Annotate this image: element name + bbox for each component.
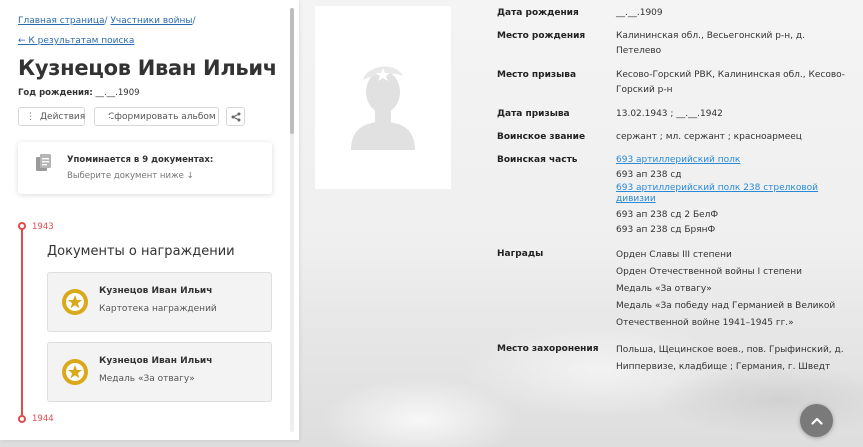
page-title: Кузнецов Иван Ильич: [18, 56, 277, 80]
detail-value: Польша, Щецинское воев., пов. Грыфинский…: [616, 342, 861, 376]
documents-hint: Выберите документ ниже ↓: [67, 171, 194, 181]
detail-row-military-unit: Воинская часть 693 артиллерийский полк 6…: [497, 153, 863, 238]
breadcrumb-home-link[interactable]: Главная страница: [18, 16, 105, 26]
detail-value-line: 13.02.1943 ; __.__.1942: [616, 109, 723, 119]
detail-value-line: Орден Отечественной войны I степени: [616, 267, 802, 277]
award-person-name: Кузнецов Иван Ильич: [99, 286, 213, 296]
scrollbar[interactable]: [290, 8, 294, 432]
chevron-up-icon: [810, 417, 823, 425]
detail-label: Место призыва: [497, 70, 577, 80]
detail-value-line: Ниппервизе, кладбище ; Германия, г. Швед…: [616, 362, 831, 372]
detail-value-line: Орден Славы III степени: [616, 250, 732, 260]
military-unit-link[interactable]: 693 артиллерийский полк: [616, 153, 861, 168]
detail-row-draft-place: Место призыва Кесово-Горский РВК, Калини…: [497, 68, 863, 98]
detail-value: 693 артиллерийский полк 693 ап 238 сд 69…: [616, 153, 861, 238]
photo-card: [315, 6, 451, 189]
timeline-line: [21, 226, 23, 416]
detail-value-line: Медаль «За отвагу»: [616, 284, 712, 294]
timeline-dot: [18, 415, 26, 423]
detail-row-birth-place: Место рождения Калининская обл., Весьего…: [497, 29, 863, 59]
detail-label: Воинская часть: [497, 155, 578, 165]
detail-value: сержант ; мл. сержант ; красноармеец: [616, 130, 861, 145]
breadcrumb: Главная страница/ Участники войны/: [18, 16, 196, 26]
military-unit-link[interactable]: 693 артиллерийский полк 238 стрелковой: [616, 183, 861, 194]
award-person-name: Кузнецов Иван Ильич: [99, 356, 213, 366]
detail-value: Кесово-Горский РВК, Калининская обл., Ке…: [616, 68, 861, 98]
detail-label: Дата призыва: [497, 109, 570, 119]
medal-star-icon: [62, 289, 88, 315]
person-details-table: Дата рождения __.__.1909 Место рождения …: [497, 6, 863, 376]
detail-label: Награды: [497, 249, 544, 259]
actions-button[interactable]: ⋮ Действия: [18, 107, 85, 126]
detail-value-line: __.__.1909: [616, 8, 663, 18]
detail-value-line: Польша, Щецинское воев., пов. Грыфинский…: [616, 345, 844, 355]
birth-year: Год рождения: __.__.1909: [18, 88, 140, 98]
actions-button-label: Действия: [40, 111, 86, 122]
timeline-dot: [18, 222, 26, 230]
detail-row-rank: Воинское звание сержант ; мл. сержант ; …: [497, 130, 863, 145]
military-unit-link[interactable]: дивизии: [616, 194, 861, 205]
detail-value-line: Петелево: [616, 46, 662, 56]
awards-section-title: Документы о награждении: [47, 244, 235, 259]
soldier-silhouette-icon: [351, 66, 415, 150]
detail-row-birth-date: Дата рождения __.__.1909: [497, 6, 863, 21]
detail-value-line: Медаль «За победу над Германией в Велико…: [616, 301, 836, 311]
detail-label: Место захоронения: [497, 344, 599, 354]
award-document-card[interactable]: Кузнецов Иван Ильич Картотека награждени…: [47, 272, 272, 332]
award-document-card[interactable]: Кузнецов Иван Ильич Медаль «За отвагу»: [47, 342, 272, 402]
share-icon: [231, 112, 240, 121]
detail-value-line: Кесово-Горский РВК, Калининская обл., Ке…: [616, 70, 845, 80]
build-album-button[interactable]: Сформировать альбом: [94, 107, 219, 126]
build-album-button-label: Сформировать альбом: [108, 111, 216, 122]
birth-year-value: __.__.1909: [95, 88, 140, 98]
timeline-year-1943: 1943: [32, 222, 54, 232]
detail-value-line: 693 ап 238 сд: [616, 170, 682, 180]
detail-row-awards: Награды Орден Славы III степени Орден От…: [497, 247, 863, 332]
detail-value-line: 693 ап 238 сд БрянФ: [616, 225, 716, 235]
documents-mentions-card: Упоминается в 9 документах: Выберите док…: [18, 142, 272, 194]
detail-row-draft-date: Дата призыва 13.02.1943 ; __.__.1942: [497, 107, 863, 122]
detail-value-line: Отечественной войне 1941–1945 гг.»: [616, 318, 794, 328]
detail-value-line: сержант ; мл. сержант ; красноармеец: [616, 132, 802, 142]
scroll-to-top-button[interactable]: [800, 404, 833, 437]
detail-label: Место рождения: [497, 31, 586, 41]
detail-value-line: Калининская обл., Весьегонский р-н, д.: [616, 31, 805, 41]
person-card-panel: Главная страница/ Участники войны/ ← К р…: [0, 0, 299, 440]
timeline-year-1944: 1944: [32, 414, 54, 424]
detail-value: Калининская обл., Весьегонский р-н, д. П…: [616, 29, 861, 59]
detail-row-burial-place: Место захоронения Польша, Щецинское воев…: [497, 342, 863, 376]
award-document-type: Картотека награждений: [99, 304, 217, 314]
back-to-results-link[interactable]: ← К результатам поиска: [18, 36, 134, 46]
vertical-dots-icon: ⋮: [26, 111, 35, 122]
detail-value: Орден Славы III степени Орден Отечествен…: [616, 247, 861, 332]
breadcrumb-separator: /: [192, 16, 196, 26]
detail-value-line: 693 ап 238 сд 2 БелФ: [616, 210, 719, 220]
breadcrumb-participants-link[interactable]: Участники войны: [110, 16, 192, 26]
documents-icon: [36, 154, 51, 171]
detail-label: Дата рождения: [497, 8, 579, 18]
share-button[interactable]: [226, 107, 245, 126]
documents-count-title: Упоминается в 9 документах:: [67, 155, 214, 165]
birth-year-label: Год рождения:: [18, 88, 93, 98]
detail-value: 13.02.1943 ; __.__.1942: [616, 107, 861, 122]
detail-value-line: Горский р-н: [616, 85, 673, 95]
scrollbar-thumb[interactable]: [290, 8, 294, 134]
medal-star-icon: [62, 359, 88, 385]
detail-label: Воинское звание: [497, 132, 586, 142]
detail-value: __.__.1909: [616, 6, 861, 21]
award-document-type: Медаль «За отвагу»: [99, 374, 195, 384]
